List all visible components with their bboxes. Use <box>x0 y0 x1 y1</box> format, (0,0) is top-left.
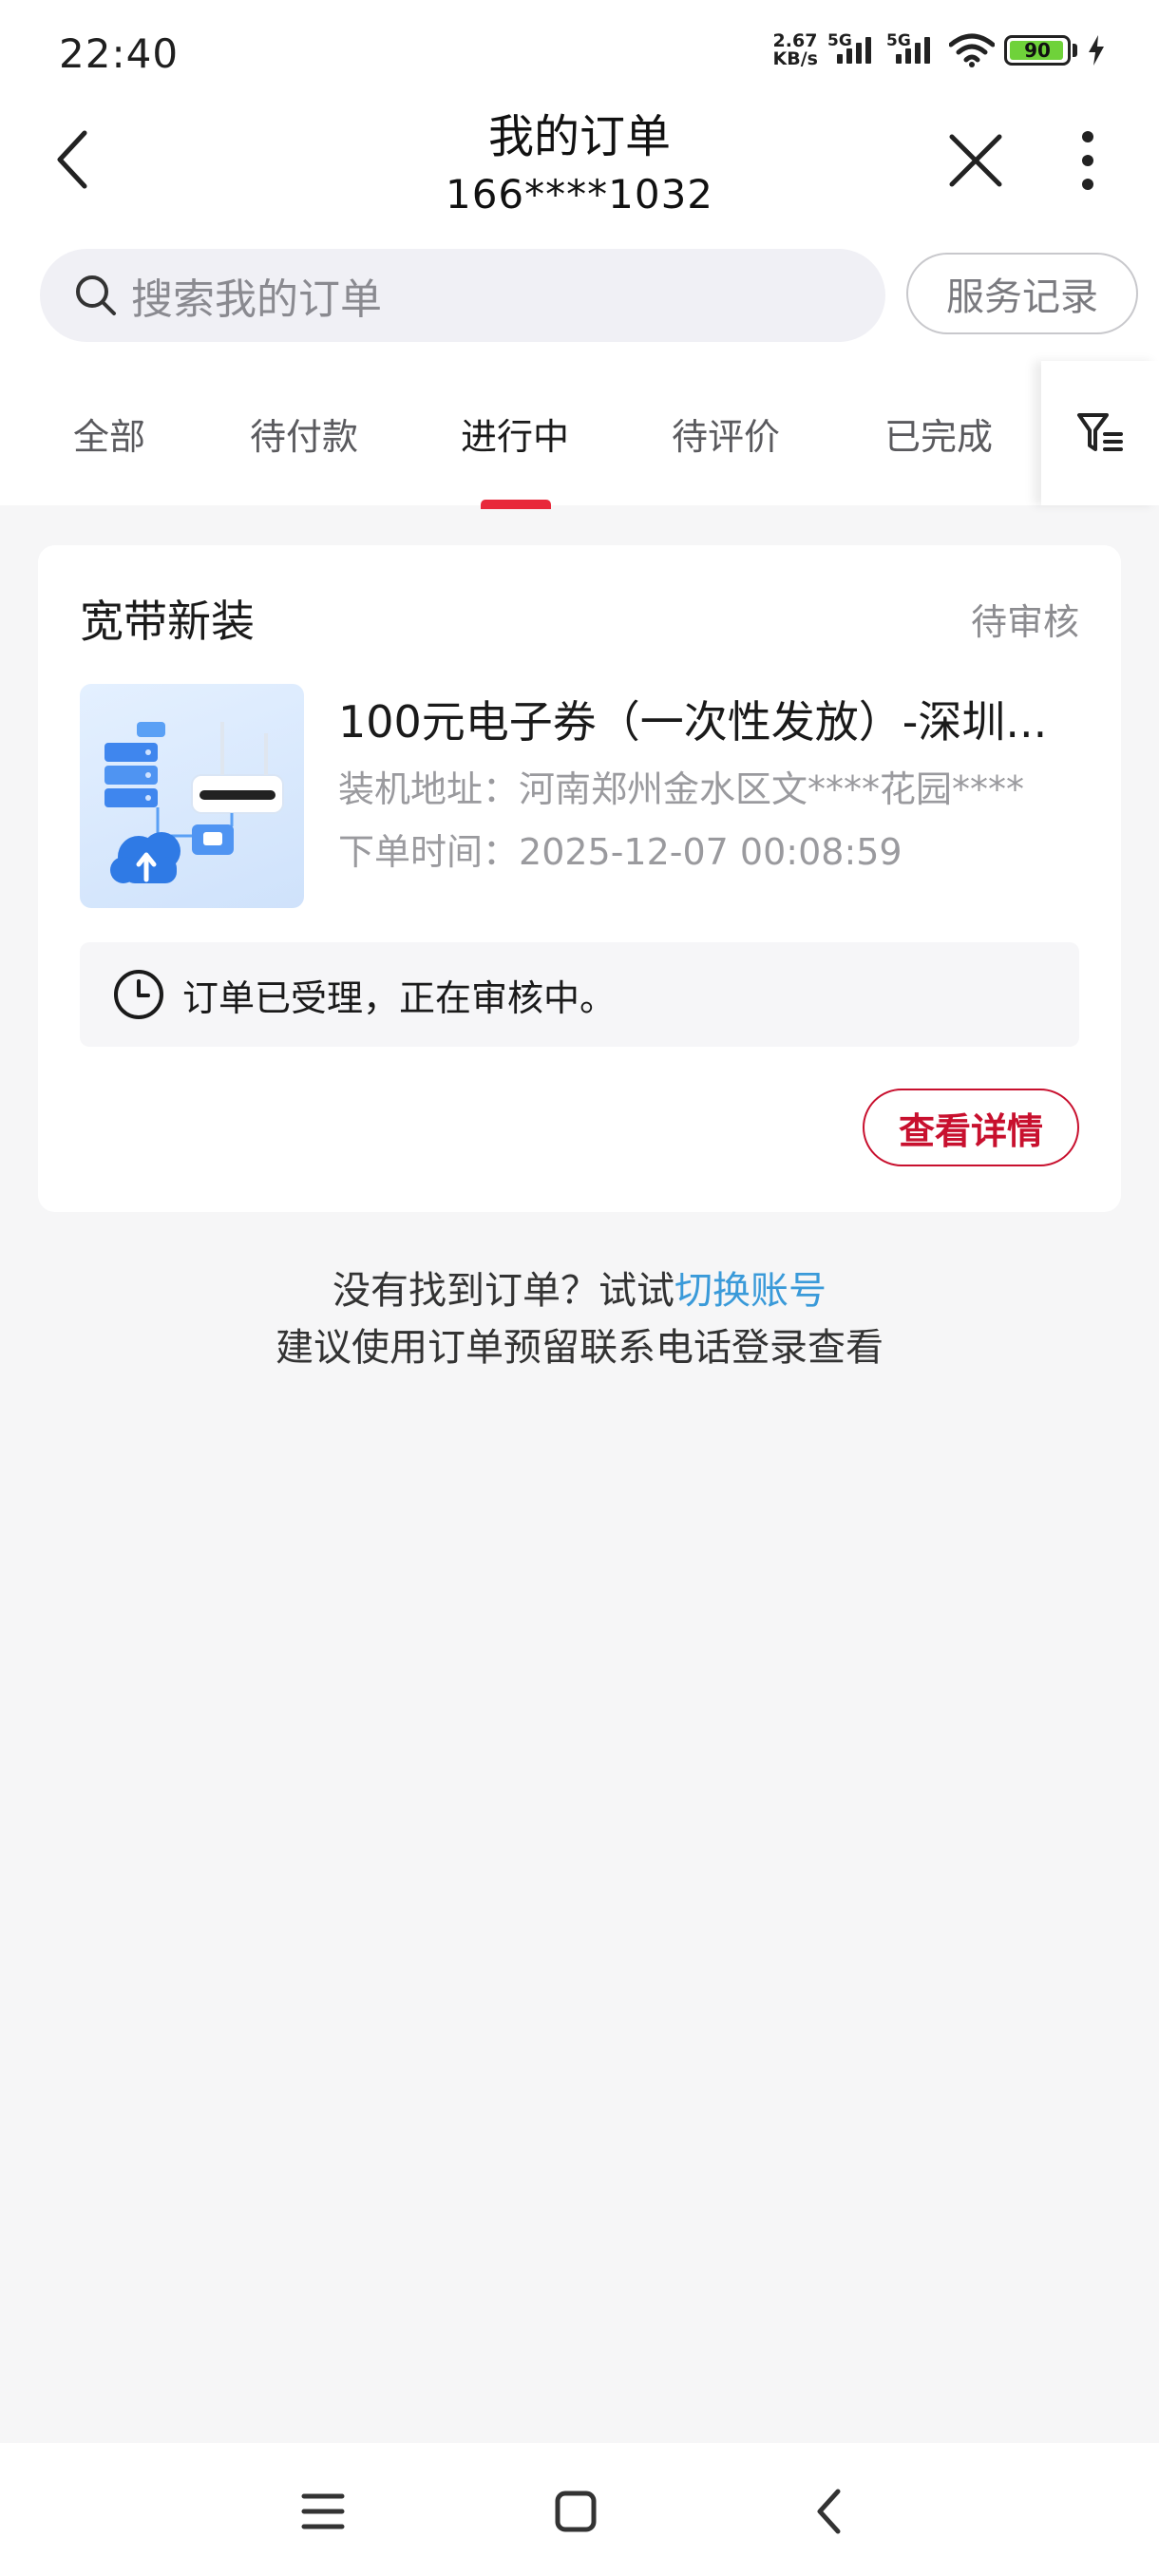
system-nav-bar <box>0 2443 1159 2576</box>
filter-button[interactable] <box>1041 361 1159 505</box>
sim2-type: 5G <box>886 31 911 50</box>
order-tabs: 全部 待付款 进行中 待评价 已完成 <box>0 361 1159 509</box>
order-notice: 订单已受理，正在审核中。 <box>80 942 1079 1047</box>
status-bar: 22:40 2.67 KB/s 5G 5G 90 <box>0 0 1159 106</box>
battery-icon: 90 <box>1004 35 1071 66</box>
system-back-button[interactable] <box>781 2464 876 2559</box>
switch-account-link[interactable]: 切换账号 <box>674 1269 826 1313</box>
hint-line-1: 没有找到订单？试试切换账号 <box>0 1260 1159 1315</box>
home-button[interactable] <box>528 2464 623 2559</box>
search-icon <box>76 275 116 315</box>
signal-icon: 5G <box>827 31 871 64</box>
search-row: 搜索我的订单 服务记录 <box>0 230 1159 361</box>
wifi-icon <box>949 33 995 67</box>
status-icons: 2.67 KB/s 5G 5G 90 <box>773 31 1106 68</box>
signal-icon: 5G <box>886 31 930 64</box>
net-speed: 2.67 KB/s <box>773 32 818 68</box>
order-notice-text: 订单已受理，正在审核中。 <box>182 976 617 1019</box>
tab-pending-payment[interactable]: 待付款 <box>238 361 370 505</box>
order-time: 下单时间：2025-12-07 00:08:59 <box>338 823 902 875</box>
search-input[interactable]: 搜索我的订单 <box>40 249 885 342</box>
home-icon <box>555 2491 597 2532</box>
clock-icon <box>114 970 163 1019</box>
tab-in-progress[interactable]: 进行中 <box>448 361 581 505</box>
close-icon <box>949 134 1002 187</box>
more-icon <box>1082 131 1093 190</box>
tab-all[interactable]: 全部 <box>48 361 171 505</box>
view-details-button[interactable]: 查看详情 <box>863 1089 1079 1166</box>
search-placeholder: 搜索我的订单 <box>131 275 382 324</box>
back-icon <box>817 2489 841 2534</box>
product-title: 100元电子券（一次性发放）-深圳... <box>338 696 1048 748</box>
menu-icon <box>301 2493 345 2529</box>
service-records-button[interactable]: 服务记录 <box>906 253 1138 334</box>
page: 22:40 2.67 KB/s 5G 5G 90 我的订单 166****103… <box>0 0 1159 2576</box>
install-address-label: 装机地址： <box>338 768 520 810</box>
recents-button[interactable] <box>276 2464 370 2559</box>
net-speed-unit: KB/s <box>772 48 818 69</box>
install-address-value: 河南郑州金水区文****花园**** <box>519 768 1025 810</box>
hint-line-2: 建议使用订单预留联系电话登录查看 <box>276 1326 884 1370</box>
sim1-type: 5G <box>827 31 852 50</box>
tab-completed[interactable]: 已完成 <box>872 361 1005 505</box>
active-tab-indicator <box>481 500 551 509</box>
close-button[interactable] <box>942 127 1009 194</box>
order-card[interactable]: 宽带新装 待审核 100元电子券（一次性发放）-深圳... 装机地址：河南郑州金… <box>38 545 1121 1212</box>
order-status: 待审核 <box>970 601 1079 643</box>
hint-text: 没有找到订单？试试 <box>332 1269 674 1313</box>
more-button[interactable] <box>1064 127 1112 194</box>
order-type: 宽带新装 <box>80 596 255 647</box>
charging-icon <box>1089 35 1104 66</box>
order-time-label: 下单时间： <box>338 831 520 873</box>
order-time-value: 2025-12-07 00:08:59 <box>519 831 902 873</box>
battery-level: 90 <box>1024 39 1051 62</box>
tab-pending-review[interactable]: 待评价 <box>659 361 792 505</box>
install-address: 装机地址：河南郑州金水区文****花园**** <box>338 760 1024 812</box>
filter-icon <box>1077 413 1123 451</box>
status-time: 22:40 <box>59 30 180 77</box>
header: 我的订单 166****1032 <box>0 106 1159 230</box>
product-image <box>80 684 304 908</box>
